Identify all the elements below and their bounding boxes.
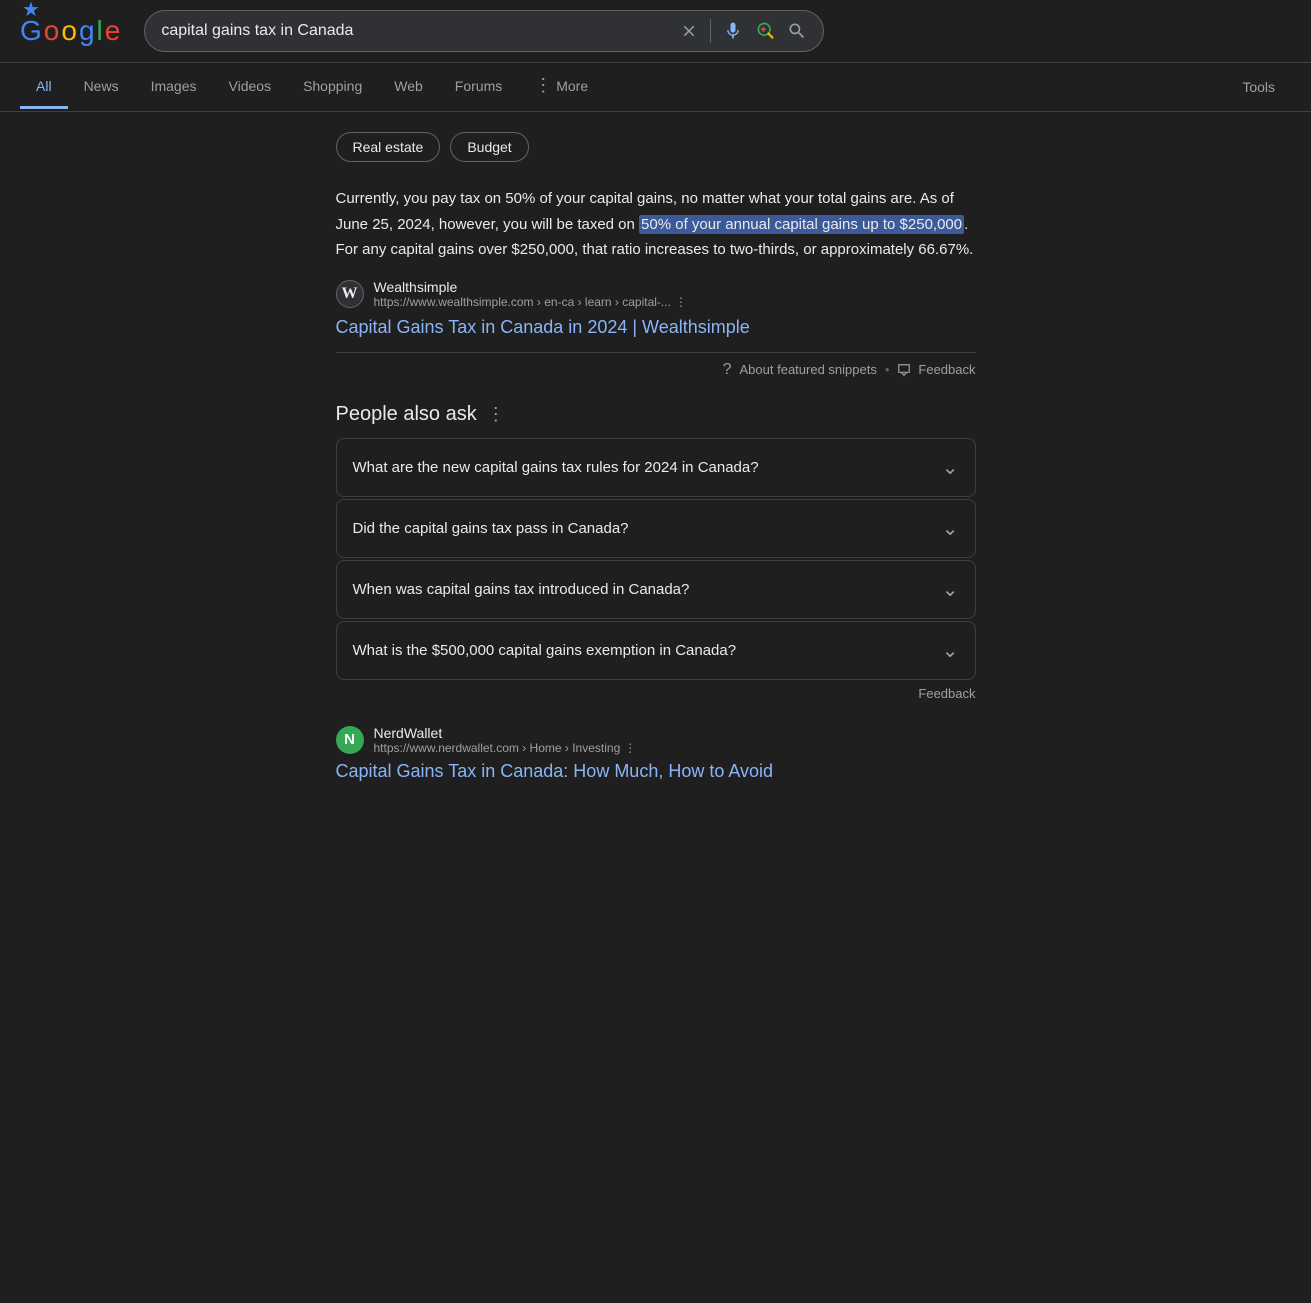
about-snippets-btn[interactable]: About featured snippets	[740, 362, 877, 377]
nav-tabs: All News Images Videos Shopping Web Foru…	[0, 63, 1311, 112]
footer-separator: •	[885, 362, 890, 377]
chevron-down-icon-2: ⌄	[942, 577, 959, 602]
source-more-icon[interactable]: ⋮	[675, 295, 687, 309]
paa-question-1: Did the capital gains tax pass in Canada…	[353, 520, 629, 537]
tab-images[interactable]: Images	[135, 66, 213, 109]
tools-button[interactable]: Tools	[1226, 67, 1291, 107]
tab-all[interactable]: All	[20, 66, 68, 109]
logo-letter-o2: o	[61, 15, 77, 46]
clear-button[interactable]	[680, 22, 698, 40]
paa-header: People also ask ⋮	[336, 403, 976, 426]
paa-title: People also ask	[336, 403, 477, 426]
nerdwallet-more-icon[interactable]: ⋮	[624, 741, 636, 755]
nerdwallet-source-row: N NerdWallet https://www.nerdwallet.com …	[336, 725, 976, 755]
paa-item-1[interactable]: Did the capital gains tax pass in Canada…	[336, 499, 976, 558]
source-url: https://www.wealthsimple.com › en-ca › l…	[374, 295, 976, 309]
paa-more-icon[interactable]: ⋮	[487, 404, 505, 425]
star-icon: ★	[22, 0, 40, 22]
lens-button[interactable]	[755, 21, 775, 41]
paa-question-2: When was capital gains tax introduced in…	[353, 581, 690, 598]
main-content: Real estate Budget Currently, you pay ta…	[316, 112, 996, 828]
source-row: W Wealthsimple https://www.wealthsimple.…	[336, 279, 976, 309]
chevron-down-icon-1: ⌄	[942, 516, 959, 541]
source-info: Wealthsimple https://www.wealthsimple.co…	[374, 279, 976, 309]
divider	[710, 19, 711, 43]
header: ★ G o o g l e	[0, 0, 1311, 63]
snippet-feedback-btn[interactable]: Feedback	[897, 362, 975, 377]
nerdwallet-source-name: NerdWallet	[374, 725, 976, 741]
source-name: Wealthsimple	[374, 279, 976, 295]
featured-result-link[interactable]: Capital Gains Tax in Canada in 2024 | We…	[336, 315, 976, 340]
snippet-highlight: 50% of your annual capital gains up to $…	[639, 215, 964, 234]
paa-question-0: What are the new capital gains tax rules…	[353, 459, 759, 476]
chevron-down-icon-3: ⌄	[942, 638, 959, 663]
chevron-down-icon-0: ⌄	[942, 455, 959, 480]
nerdwallet-source-url: https://www.nerdwallet.com › Home › Inve…	[374, 741, 976, 755]
paa-item-3[interactable]: What is the $500,000 capital gains exemp…	[336, 621, 976, 680]
search-input[interactable]	[161, 22, 670, 40]
question-icon: ?	[723, 361, 732, 379]
tab-forums[interactable]: Forums	[439, 66, 518, 109]
logo-letter-g2: g	[79, 15, 95, 47]
logo-letter-e: e	[105, 15, 121, 47]
nerdwallet-source-info: NerdWallet https://www.nerdwallet.com › …	[374, 725, 976, 755]
snippet-text: Currently, you pay tax on 50% of your ca…	[336, 186, 976, 263]
paa-item-0[interactable]: What are the new capital gains tax rules…	[336, 438, 976, 497]
tab-more[interactable]: ⋮ More	[518, 63, 604, 111]
tab-videos[interactable]: Videos	[213, 66, 288, 109]
google-logo[interactable]: ★ G o o g l e	[20, 15, 120, 47]
nerdwallet-favicon: N	[336, 726, 364, 754]
chip-budget[interactable]: Budget	[450, 132, 528, 162]
voice-search-button[interactable]	[723, 21, 743, 41]
paa-question-3: What is the $500,000 capital gains exemp…	[353, 642, 737, 659]
people-also-ask-section: People also ask ⋮ What are the new capit…	[336, 403, 976, 701]
nerdwallet-result-link[interactable]: Capital Gains Tax in Canada: How Much, H…	[336, 759, 976, 784]
nerdwallet-result: N NerdWallet https://www.nerdwallet.com …	[336, 725, 976, 784]
search-bar	[144, 10, 824, 52]
tab-shopping[interactable]: Shopping	[287, 66, 378, 109]
wealthsimple-favicon: W	[336, 280, 364, 308]
paa-item-2[interactable]: When was capital gains tax introduced in…	[336, 560, 976, 619]
featured-snippet: Currently, you pay tax on 50% of your ca…	[336, 186, 976, 379]
chip-real-estate[interactable]: Real estate	[336, 132, 441, 162]
logo-letter-o1: o	[44, 15, 60, 47]
search-bar-icons	[680, 19, 807, 43]
logo-letter-l: l	[97, 15, 103, 47]
filter-chips: Real estate Budget	[336, 132, 976, 162]
paa-feedback-btn[interactable]: Feedback	[336, 686, 976, 701]
search-button[interactable]	[787, 21, 807, 41]
tab-news[interactable]: News	[68, 66, 135, 109]
snippet-footer: ? About featured snippets • Feedback	[336, 352, 976, 379]
tab-web[interactable]: Web	[378, 66, 439, 109]
